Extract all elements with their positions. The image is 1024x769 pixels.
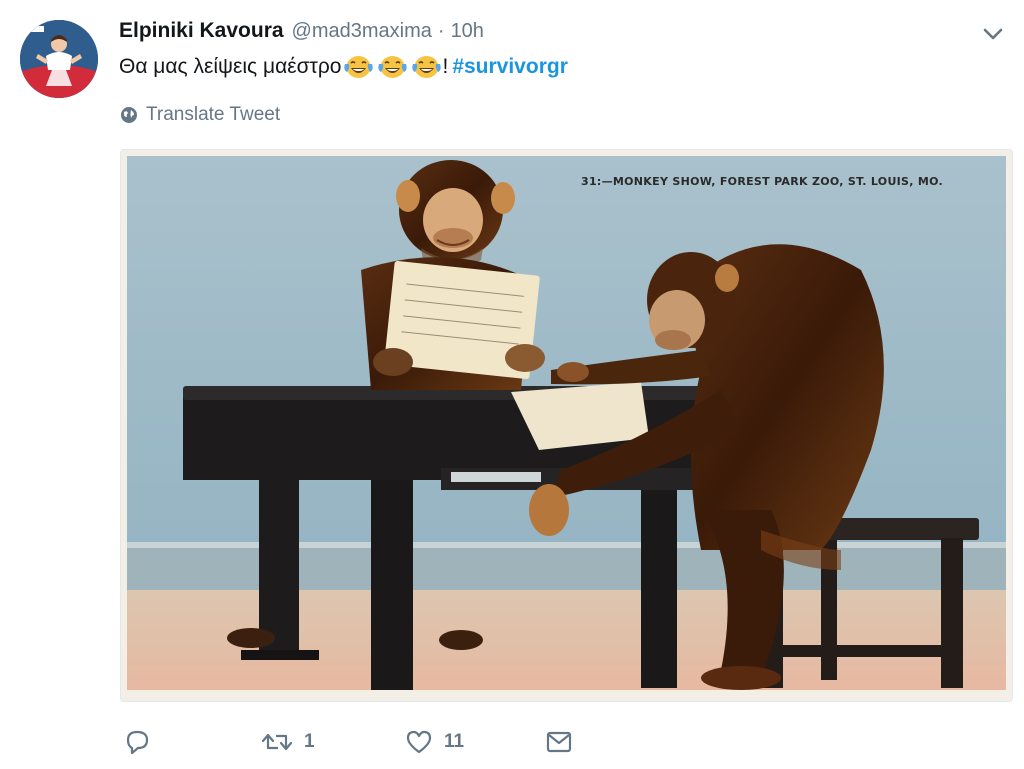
tweet-header: Elpiniki Kavoura @mad3maxima · 10h [119, 19, 484, 47]
envelope-icon [546, 731, 572, 753]
face-with-tears-of-joy-icon [378, 56, 408, 78]
separator-dot: · [437, 20, 445, 42]
globe-icon [121, 107, 137, 123]
tweet-actions: 1 11 [118, 724, 618, 760]
reply-button[interactable] [122, 724, 152, 760]
translate-label: Translate Tweet [146, 104, 281, 125]
tweet-timestamp[interactable]: 10h [451, 20, 484, 43]
heart-icon [406, 730, 432, 754]
chevron-down-icon [983, 28, 1003, 40]
author-handle[interactable]: @mad3maxima [292, 20, 432, 43]
retweet-icon [261, 733, 293, 751]
postcard-illustration [121, 150, 1012, 701]
author-name[interactable]: Elpiniki Kavoura [119, 19, 284, 43]
translate-tweet-link[interactable]: Translate Tweet [120, 104, 280, 126]
tweet-text: Θα μας λείψεις μαέστρο ! #survivorgr [119, 54, 568, 80]
exclamation-mark: ! [442, 55, 449, 78]
like-button[interactable]: 11 [404, 724, 464, 760]
retweet-button[interactable]: 1 [260, 724, 315, 760]
retweet-count: 1 [304, 731, 315, 752]
hashtag-link[interactable]: #survivorgr [452, 55, 568, 79]
tweet-body: Θα μας λείψεις μαέστρο [119, 55, 342, 78]
avatar[interactable] [20, 20, 98, 98]
more-options-button[interactable] [980, 24, 1006, 44]
face-with-tears-of-joy-icon [412, 56, 442, 78]
direct-message-button[interactable] [544, 724, 574, 760]
image-caption: 31:—MONKEY SHOW, FOREST PARK ZOO, ST. LO… [581, 175, 944, 188]
reply-icon [126, 730, 149, 755]
face-with-tears-of-joy-icon [344, 56, 374, 78]
like-count: 11 [444, 731, 465, 752]
tweet-media-image[interactable] [120, 149, 1013, 702]
avatar-image [20, 20, 98, 98]
